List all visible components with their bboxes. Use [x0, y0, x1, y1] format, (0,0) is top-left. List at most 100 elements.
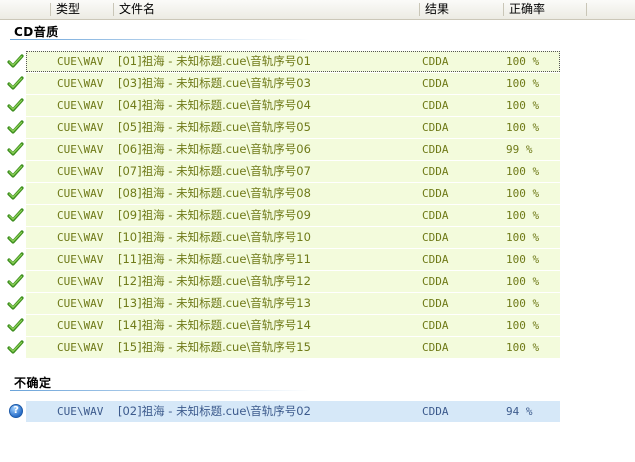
column-divider[interactable] — [503, 3, 504, 16]
filename-cell: [06]祖海 - 未知标题.cue\音轨序号06 — [118, 142, 311, 156]
type-cell: CUE\WAV — [57, 165, 104, 178]
accuracy-cell: 100 % — [506, 253, 540, 266]
type-cell: CUE\WAV — [57, 209, 104, 222]
list-header: 类型 文件名 结果 正确率 — [0, 0, 635, 20]
filename-cell: [03]祖海 - 未知标题.cue\音轨序号03 — [118, 76, 311, 90]
result-cell: CDDA — [422, 341, 449, 354]
accuracy-cell: 100 % — [506, 187, 540, 200]
type-cell: CUE\WAV — [57, 99, 104, 112]
list-row[interactable]: CUE\WAV [14]祖海 - 未知标题.cue\音轨序号14 CDDA 100 % — [26, 315, 560, 336]
type-cell: CUE\WAV — [57, 143, 104, 156]
result-cell: CDDA — [422, 55, 449, 68]
column-header-type[interactable]: 类型 — [50, 0, 110, 19]
accuracy-cell: 100 % — [506, 275, 540, 288]
check-icon — [7, 75, 24, 92]
group-divider — [10, 39, 310, 40]
result-cell: CDDA — [422, 297, 449, 310]
check-icon — [7, 273, 24, 290]
filename-cell: [12]祖海 - 未知标题.cue\音轨序号12 — [118, 274, 311, 288]
result-cell: CDDA — [422, 99, 449, 112]
filename-cell: [09]祖海 - 未知标题.cue\音轨序号09 — [118, 208, 311, 222]
result-cell: CDDA — [422, 231, 449, 244]
list-row[interactable]: CUE\WAV [07]祖海 - 未知标题.cue\音轨序号07 CDDA 100 % — [26, 161, 560, 182]
result-cell: CDDA — [422, 77, 449, 90]
list-row[interactable]: CUE\WAV [15]祖海 - 未知标题.cue\音轨序号15 CDDA 100 % — [26, 337, 560, 358]
column-divider[interactable] — [419, 3, 420, 16]
check-icon — [7, 163, 24, 180]
filename-cell: [11]祖海 - 未知标题.cue\音轨序号11 — [118, 252, 311, 266]
filename-cell: [05]祖海 - 未知标题.cue\音轨序号05 — [118, 120, 311, 134]
question-icon: ? — [9, 404, 23, 418]
result-cell: CDDA — [422, 165, 449, 178]
list-row[interactable]: CUE\WAV [08]祖海 - 未知标题.cue\音轨序号08 CDDA 100 % — [26, 183, 560, 204]
accuracy-cell: 100 % — [506, 55, 540, 68]
column-header-filename[interactable]: 文件名 — [113, 0, 413, 19]
type-cell: CUE\WAV — [57, 55, 104, 68]
type-cell: CUE\WAV — [57, 231, 104, 244]
column-header-accuracy[interactable]: 正确率 — [503, 0, 583, 19]
result-cell: CDDA — [422, 253, 449, 266]
type-cell: CUE\WAV — [57, 405, 104, 418]
type-cell: CUE\WAV — [57, 319, 104, 332]
accuracy-cell: 100 % — [506, 99, 540, 112]
filename-cell: [13]祖海 - 未知标题.cue\音轨序号13 — [118, 296, 311, 310]
result-cell: CDDA — [422, 405, 449, 418]
list-row[interactable]: CUE\WAV [12]祖海 - 未知标题.cue\音轨序号12 CDDA 100 % — [26, 271, 560, 292]
check-icon — [7, 207, 24, 224]
accuracy-cell: 100 % — [506, 165, 540, 178]
accuracy-cell: 100 % — [506, 231, 540, 244]
result-cell: CDDA — [422, 187, 449, 200]
list-row[interactable]: CUE\WAV [05]祖海 - 未知标题.cue\音轨序号05 CDDA 100 % — [26, 117, 560, 138]
type-cell: CUE\WAV — [57, 187, 104, 200]
result-cell: CDDA — [422, 121, 449, 134]
column-divider[interactable] — [113, 3, 114, 16]
accuracy-cell: 100 % — [506, 319, 540, 332]
check-icon — [7, 317, 24, 334]
filename-cell: [15]祖海 - 未知标题.cue\音轨序号15 — [118, 340, 311, 354]
result-cell: CDDA — [422, 209, 449, 222]
list-row[interactable]: CUE\WAV [01]祖海 - 未知标题.cue\音轨序号01 CDDA 100 % — [26, 51, 560, 72]
check-icon — [7, 97, 24, 114]
column-divider[interactable] — [586, 3, 587, 16]
filename-cell: [14]祖海 - 未知标题.cue\音轨序号14 — [118, 318, 311, 332]
accuracy-cell: 100 % — [506, 77, 540, 90]
result-cell: CDDA — [422, 319, 449, 332]
type-cell: CUE\WAV — [57, 297, 104, 310]
accuracy-cell: 100 % — [506, 209, 540, 222]
result-cell: CDDA — [422, 275, 449, 288]
group-title-uncertain: 不确定 — [14, 376, 52, 390]
check-icon — [7, 339, 24, 356]
type-cell: CUE\WAV — [57, 121, 104, 134]
list-row[interactable]: CUE\WAV [06]祖海 - 未知标题.cue\音轨序号06 CDDA 99 % — [26, 139, 560, 160]
list-row[interactable]: CUE\WAV [04]祖海 - 未知标题.cue\音轨序号04 CDDA 100 % — [26, 95, 560, 116]
list-row[interactable]: CUE\WAV [09]祖海 - 未知标题.cue\音轨序号09 CDDA 100 % — [26, 205, 560, 226]
check-icon — [7, 229, 24, 246]
check-icon — [7, 251, 24, 268]
list-row[interactable]: CUE\WAV [10]祖海 - 未知标题.cue\音轨序号10 CDDA 100 % — [26, 227, 560, 248]
result-cell: CDDA — [422, 143, 449, 156]
accuracy-cell: 100 % — [506, 121, 540, 134]
check-icon — [7, 185, 24, 202]
list-row[interactable]: CUE\WAV [13]祖海 - 未知标题.cue\音轨序号13 CDDA 100 % — [26, 293, 560, 314]
check-icon — [7, 119, 24, 136]
type-cell: CUE\WAV — [57, 341, 104, 354]
list-row[interactable]: CUE\WAV [02]祖海 - 未知标题.cue\音轨序号02 CDDA 94 % — [26, 401, 560, 422]
group-title-cd-quality: CD音质 — [14, 25, 59, 39]
check-icon — [7, 53, 24, 70]
list-row[interactable]: CUE\WAV [11]祖海 - 未知标题.cue\音轨序号11 CDDA 100 % — [26, 249, 560, 270]
filename-cell: [02]祖海 - 未知标题.cue\音轨序号02 — [118, 404, 311, 418]
type-cell: CUE\WAV — [57, 77, 104, 90]
type-cell: CUE\WAV — [57, 275, 104, 288]
column-header-result[interactable]: 结果 — [419, 0, 499, 19]
filename-cell: [04]祖海 - 未知标题.cue\音轨序号04 — [118, 98, 311, 112]
check-icon — [7, 141, 24, 158]
filename-cell: [01]祖海 - 未知标题.cue\音轨序号01 — [118, 54, 311, 68]
type-cell: CUE\WAV — [57, 253, 104, 266]
accuracy-cell: 99 % — [506, 143, 533, 156]
filename-cell: [08]祖海 - 未知标题.cue\音轨序号08 — [118, 186, 311, 200]
column-divider[interactable] — [50, 3, 51, 16]
accuracy-cell: 100 % — [506, 341, 540, 354]
list-row[interactable]: CUE\WAV [03]祖海 - 未知标题.cue\音轨序号03 CDDA 100 % — [26, 73, 560, 94]
group-divider — [10, 390, 310, 391]
filename-cell: [07]祖海 - 未知标题.cue\音轨序号07 — [118, 164, 311, 178]
